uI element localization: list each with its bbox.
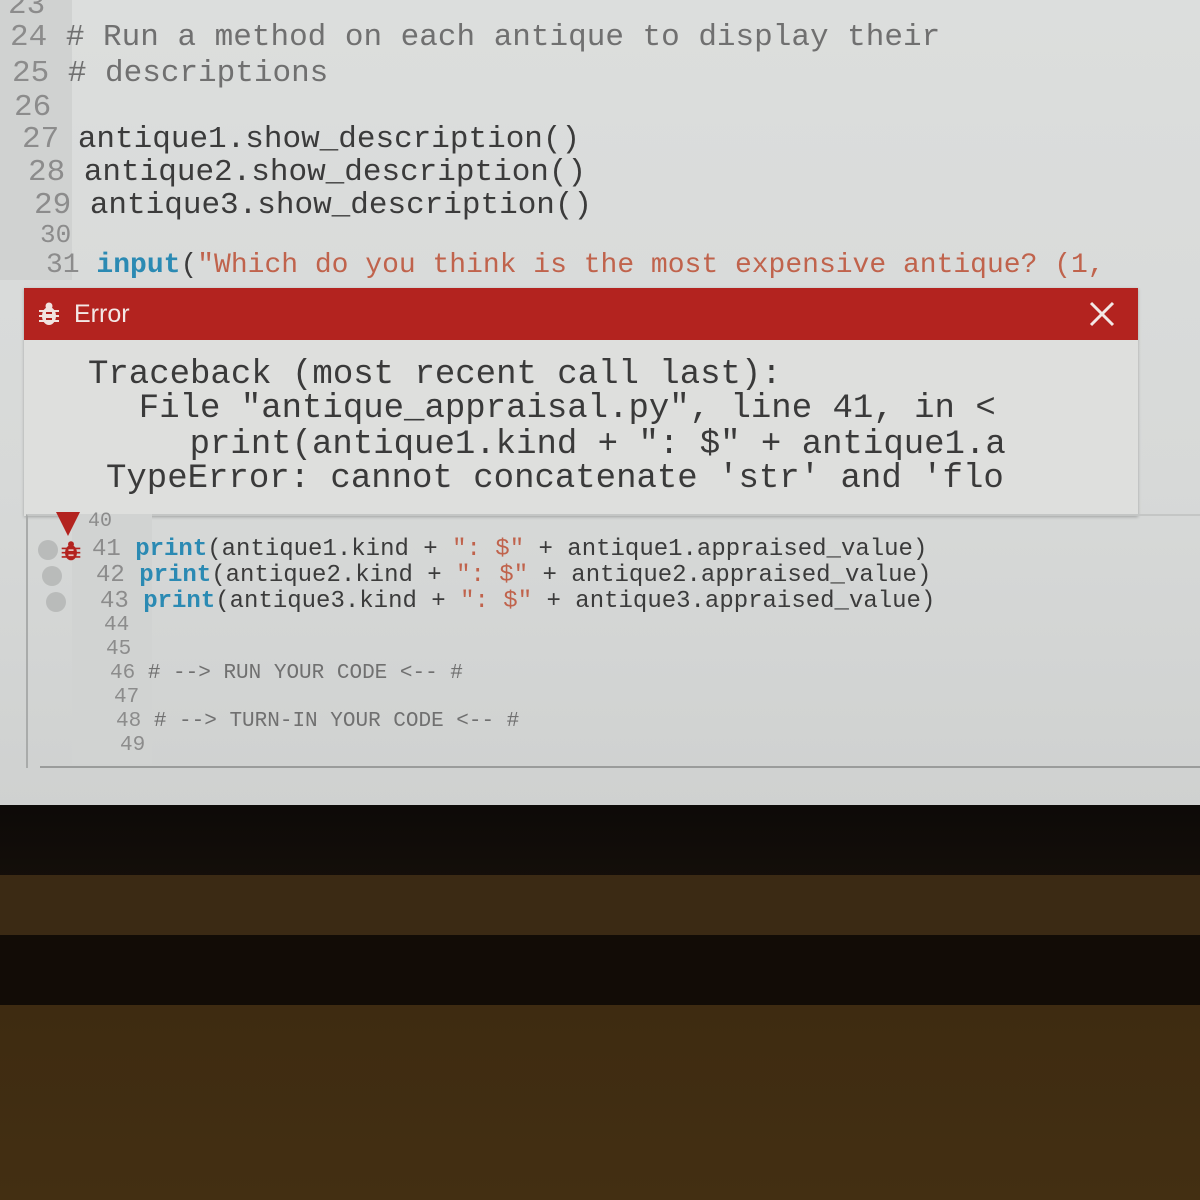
traceback-line: Traceback (most recent call last): — [88, 356, 782, 394]
breakpoint-toggle[interactable] — [42, 566, 62, 586]
breakpoint-toggle[interactable] — [38, 540, 58, 560]
code-line[interactable]: 24 # Run a method on each antique to dis… — [10, 20, 940, 55]
close-button[interactable] — [1084, 296, 1120, 332]
traceback-line: TypeError: cannot concatenate 'str' and … — [106, 460, 1004, 498]
code-line[interactable]: 49 — [120, 734, 145, 757]
code-line[interactable]: 30 — [40, 220, 71, 250]
error-dialog: Error Traceback (most recent call last):… — [24, 288, 1138, 516]
breakpoint-toggle[interactable] — [46, 592, 66, 612]
code-line[interactable]: 47 — [114, 686, 139, 709]
desk-surface — [0, 875, 1200, 935]
code-line-error[interactable]: 41 print(antique1.kind + ": $" + antique… — [92, 536, 927, 563]
code-line[interactable]: 25 # descriptions — [12, 56, 328, 91]
code-line[interactable]: 46 # --> RUN YOUR CODE <-- # — [110, 662, 463, 685]
desk-shadow — [0, 935, 1200, 1005]
editor-screen: 23 24 # Run a method on each antique to … — [0, 0, 1200, 810]
code-line[interactable]: 40 — [88, 510, 112, 533]
code-line[interactable]: 42 print(antique2.kind + ": $" + antique… — [96, 562, 931, 589]
traceback-line: File "antique_appraisal.py", line 41, in… — [98, 390, 996, 428]
code-line[interactable]: 48 # --> TURN-IN YOUR CODE <-- # — [116, 710, 519, 733]
code-line[interactable]: 29 antique3.show_description() — [34, 188, 592, 223]
code-line[interactable]: 26 — [14, 90, 51, 125]
error-dialog-header: Error — [24, 288, 1138, 340]
editor-bottom-border — [40, 766, 1200, 768]
code-line[interactable]: 44 — [104, 614, 129, 637]
bug-icon — [60, 540, 82, 562]
code-line[interactable]: 45 — [106, 638, 131, 661]
desk-surface — [0, 1005, 1200, 1200]
code-line[interactable]: 28 antique2.show_description() — [28, 155, 586, 190]
bug-icon — [36, 301, 62, 327]
error-marker-icon — [56, 512, 80, 536]
code-line[interactable]: 31 input("Which do you think is the most… — [46, 250, 1105, 281]
close-icon — [1089, 301, 1115, 327]
traceback-line: print(antique1.kind + ": $" + antique1.a — [108, 426, 1006, 464]
code-line[interactable]: 43 print(antique3.kind + ": $" + antique… — [100, 588, 935, 615]
error-dialog-title: Error — [74, 299, 130, 328]
code-line[interactable]: 27 antique1.show_description() — [22, 122, 580, 157]
